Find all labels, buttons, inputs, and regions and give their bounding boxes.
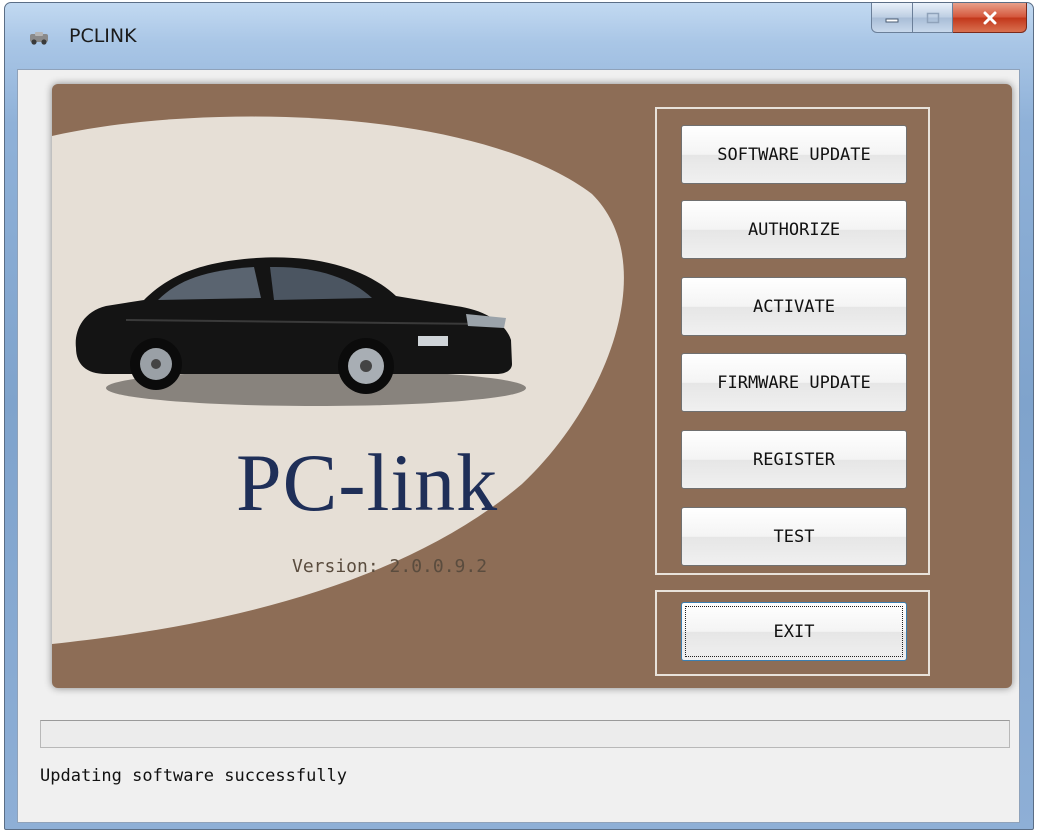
app-window: PCLINK PC-link Version: 2.0.0.9.2 SOFTWA… bbox=[4, 2, 1034, 830]
maximize-button[interactable] bbox=[913, 3, 953, 33]
minimize-button[interactable] bbox=[871, 3, 913, 33]
activate-button[interactable]: ACTIVATE bbox=[681, 277, 907, 336]
exit-button-group: EXIT bbox=[655, 590, 930, 676]
register-button[interactable]: REGISTER bbox=[681, 430, 907, 489]
maximize-icon bbox=[926, 12, 939, 23]
exit-button[interactable]: EXIT bbox=[681, 602, 907, 661]
status-message: Updating software successfully bbox=[40, 766, 348, 786]
banner-panel: PC-link Version: 2.0.0.9.2 SOFTWARE UPDA… bbox=[52, 84, 1012, 688]
app-logo-text: PC-link bbox=[236, 437, 499, 528]
caption-buttons bbox=[871, 3, 1027, 33]
close-button[interactable] bbox=[953, 3, 1027, 33]
software-update-button[interactable]: SOFTWARE UPDATE bbox=[681, 125, 907, 184]
close-icon bbox=[983, 11, 996, 24]
app-icon bbox=[30, 32, 48, 45]
window-title: PCLINK bbox=[69, 25, 137, 47]
progress-bar bbox=[40, 720, 1010, 748]
firmware-update-button[interactable]: FIRMWARE UPDATE bbox=[681, 353, 907, 412]
action-button-group: SOFTWARE UPDATE AUTHORIZE ACTIVATE FIRMW… bbox=[655, 107, 930, 575]
car-image bbox=[75, 257, 526, 406]
title-bar[interactable]: PCLINK bbox=[5, 3, 1033, 69]
version-label: Version: 2.0.0.9.2 bbox=[292, 556, 488, 577]
client-area: PC-link Version: 2.0.0.9.2 SOFTWARE UPDA… bbox=[17, 69, 1020, 823]
test-button[interactable]: TEST bbox=[681, 507, 907, 566]
minimize-icon bbox=[885, 18, 899, 22]
authorize-button[interactable]: AUTHORIZE bbox=[681, 200, 907, 259]
